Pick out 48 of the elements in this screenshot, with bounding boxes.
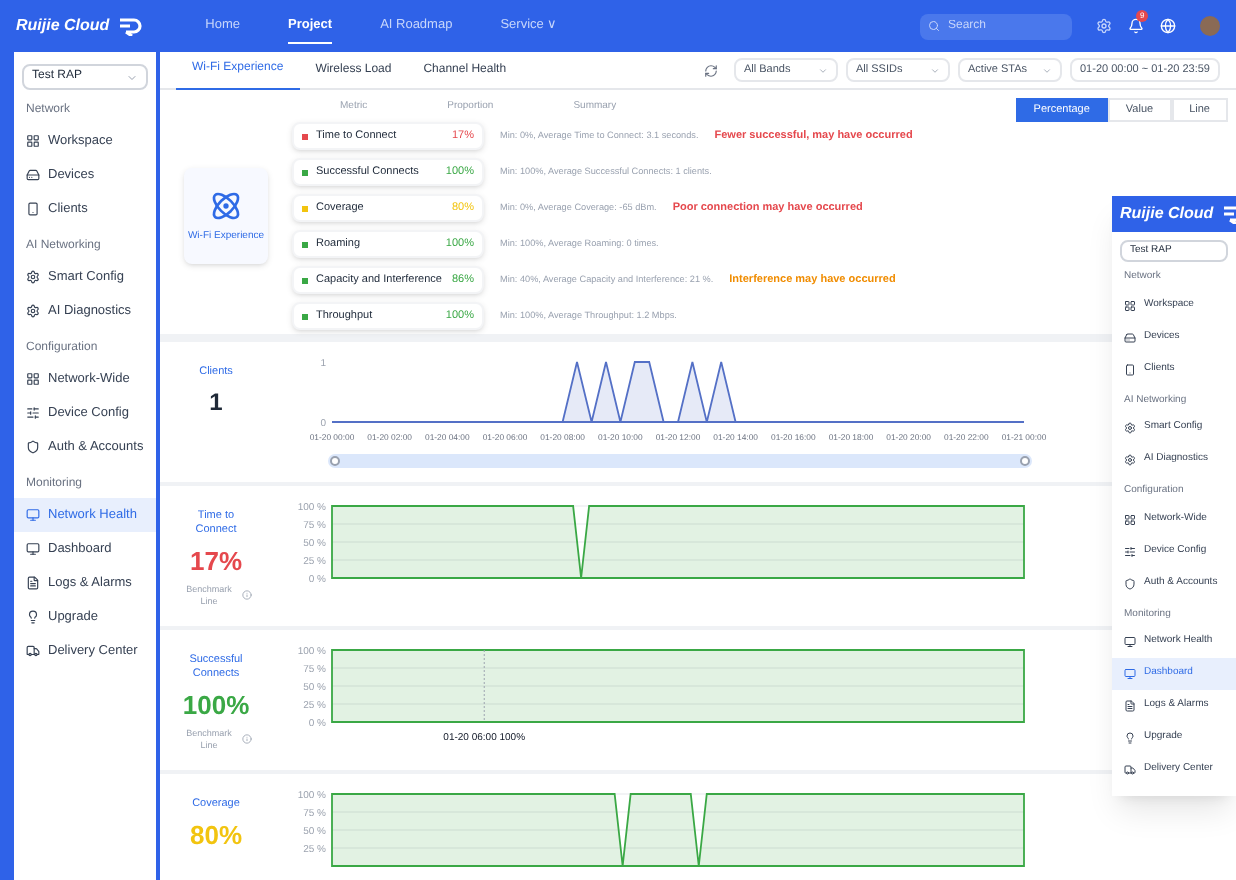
shield-icon xyxy=(26,440,40,454)
chevron-down-icon xyxy=(818,65,828,75)
gear-icon xyxy=(26,270,40,284)
chart-value: 1 xyxy=(209,385,223,420)
search-icon xyxy=(928,20,940,32)
sliders-icon xyxy=(1124,545,1136,557)
grid-icon xyxy=(1124,299,1136,311)
document-icon xyxy=(26,576,40,590)
monitor-icon xyxy=(1124,668,1136,680)
drive-icon xyxy=(26,168,40,182)
chart-value: 80% xyxy=(189,817,243,854)
document-icon xyxy=(1124,700,1136,712)
globe-icon[interactable] xyxy=(1160,18,1176,34)
logo-text: Ruijie Cloud xyxy=(16,14,110,38)
logo-text: Ruijie Cloud xyxy=(1120,202,1214,226)
monitor-icon xyxy=(26,508,40,522)
chevron-down-icon xyxy=(930,65,940,75)
chart-value: 17% xyxy=(189,543,243,580)
gear-icon xyxy=(1124,454,1136,466)
settings-icon[interactable] xyxy=(1096,18,1112,34)
info-icon[interactable] xyxy=(241,590,251,601)
sliders-icon xyxy=(26,406,40,420)
logo-icon xyxy=(117,16,142,36)
truck-icon xyxy=(1124,764,1136,776)
phone-icon xyxy=(1124,363,1136,375)
shield-icon xyxy=(1124,577,1136,589)
bell-icon[interactable] xyxy=(1128,18,1144,34)
truck-icon xyxy=(26,644,40,658)
chevron-down-icon xyxy=(126,71,138,83)
phone-icon xyxy=(26,202,40,216)
gear-icon xyxy=(1124,422,1136,434)
info-icon[interactable] xyxy=(241,734,251,745)
slider-handle[interactable] xyxy=(1020,456,1030,466)
monitor-icon xyxy=(26,542,40,556)
range-slider[interactable] xyxy=(328,454,1032,468)
lightbulb-icon xyxy=(26,610,40,624)
chart-value: 100% xyxy=(182,687,250,724)
grid-icon xyxy=(26,372,40,386)
slider-handle[interactable] xyxy=(330,456,340,466)
grid-icon xyxy=(1124,513,1136,525)
grid-icon xyxy=(26,134,40,148)
gear-icon xyxy=(26,304,40,318)
monitor-icon xyxy=(1124,636,1136,648)
chevron-down-icon xyxy=(1042,65,1052,75)
drive-icon xyxy=(1124,331,1136,343)
atom-icon xyxy=(210,189,242,222)
lightbulb-icon xyxy=(1124,732,1136,744)
refresh-icon[interactable] xyxy=(704,63,718,77)
